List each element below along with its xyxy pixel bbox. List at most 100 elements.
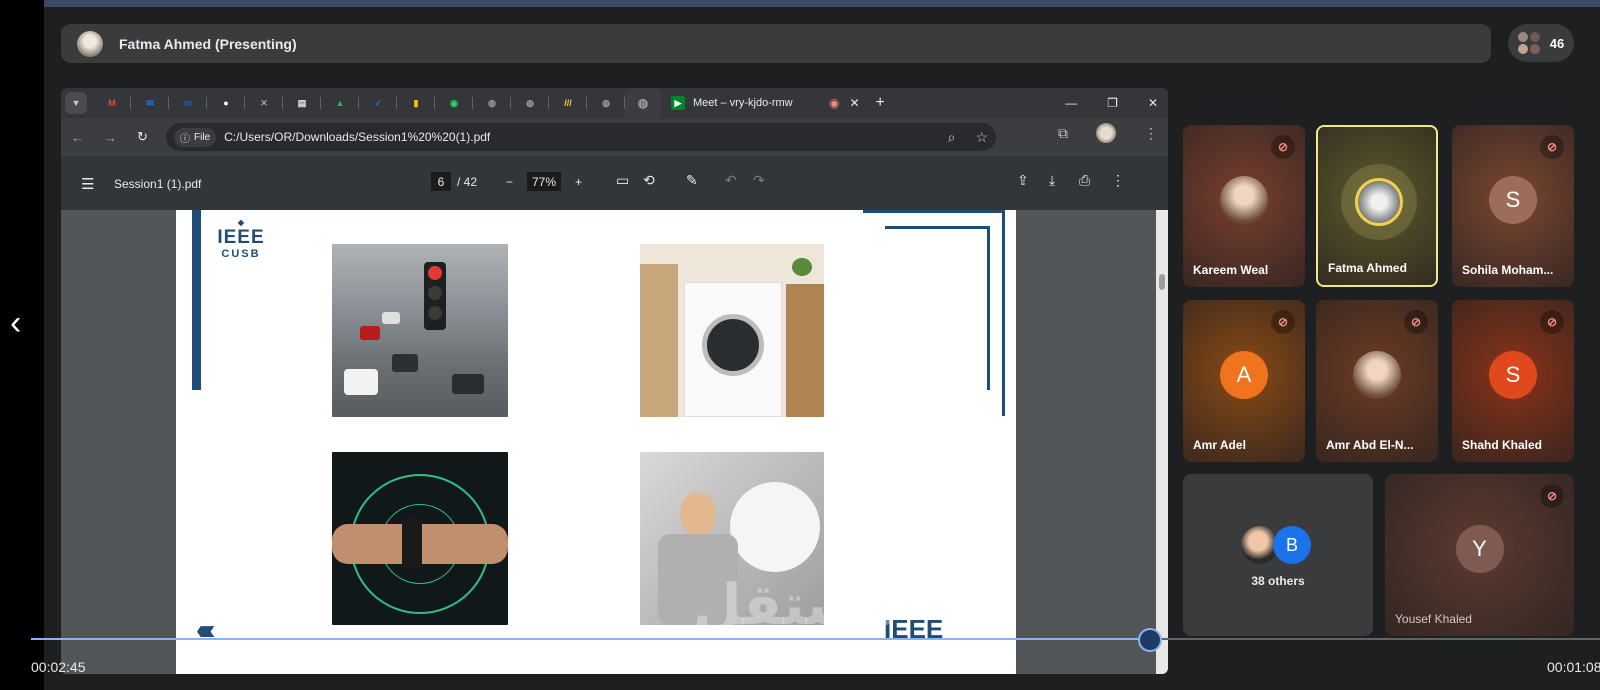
- participant-tile[interactable]: S ⊘ Sohila Moham...: [1452, 125, 1574, 287]
- extensions-icon[interactable]: ⧉: [1058, 125, 1068, 142]
- address-text: C:/Users/OR/Downloads/Session1%20%20(1).…: [224, 130, 491, 144]
- github-icon: ●: [223, 98, 229, 108]
- doc-icon: ▤: [297, 97, 307, 108]
- download-icon[interactable]: ⤓: [1049, 172, 1055, 189]
- undo-icon[interactable]: ↶: [725, 172, 737, 189]
- elapsed-time: 00:02:45: [31, 659, 86, 675]
- tasks-icon: ✓: [374, 97, 382, 108]
- forward-icon[interactable]: →: [104, 130, 117, 145]
- washing-machine-image: [640, 244, 824, 417]
- participant-tile[interactable]: ⊘ Amr Abd El-N...: [1316, 300, 1438, 462]
- page-total: / 42: [457, 174, 478, 189]
- photo-avatar: [1220, 176, 1268, 224]
- active-tab[interactable]: ◍: [625, 88, 661, 118]
- pinned-tab[interactable]: ▤: [283, 88, 321, 118]
- participant-name: Sohila Moham...: [1462, 263, 1554, 277]
- outlook-icon: ✉: [146, 97, 154, 108]
- info-icon: ⓘ: [180, 133, 190, 145]
- pdf-more-icon[interactable]: ⋮: [1111, 172, 1125, 189]
- pinned-tab[interactable]: ◍: [473, 88, 511, 118]
- participant-name: Fatma Ahmed: [1328, 261, 1407, 275]
- zoom-input[interactable]: 77%: [527, 172, 562, 191]
- pinned-tab[interactable]: ✉: [131, 88, 169, 118]
- mic-muted-icon: ⊘: [1540, 484, 1564, 508]
- others-tile[interactable]: B 38 others: [1183, 474, 1373, 636]
- redo-icon[interactable]: ↷: [753, 172, 765, 189]
- presenter-name: Fatma Ahmed (Presenting): [119, 35, 297, 52]
- scrollbar-thumb[interactable]: [1159, 274, 1165, 290]
- participants-avatars-icon: [1517, 31, 1542, 55]
- previous-chevron-left-icon[interactable]: ‹: [10, 304, 21, 343]
- pinned-tab[interactable]: ▮: [397, 88, 435, 118]
- top-strip: [44, 0, 1600, 7]
- pinned-tab[interactable]: ✕: [245, 88, 283, 118]
- initial-avatar: S: [1489, 176, 1537, 224]
- close-tab-icon[interactable]: ✕: [849, 96, 859, 110]
- zoom-out-icon[interactable]: −: [506, 175, 513, 189]
- globe-icon: ◍: [602, 97, 610, 108]
- participant-name: Amr Abd El-N...: [1326, 438, 1414, 452]
- keep-icon: ▮: [413, 97, 419, 108]
- annotate-icon[interactable]: ✎: [686, 172, 698, 189]
- fit-page-icon[interactable]: ▭: [616, 172, 629, 189]
- pinned-tab[interactable]: ●: [207, 88, 245, 118]
- pdf-viewer[interactable]: ◆ IEEE CUSB ‹‹‹‹ IEEE: [61, 210, 1168, 674]
- miro-icon: ///: [564, 98, 572, 108]
- pdf-filename: Session1 (1).pdf: [114, 177, 202, 191]
- tab-meet[interactable]: ▶ Meet – vry-kjdo-rmw: [661, 88, 821, 118]
- participant-name: Shahd Khaled: [1462, 438, 1543, 452]
- others-label: 38 others: [1251, 574, 1305, 588]
- smartwatch-image: [332, 452, 508, 625]
- pinned-tab[interactable]: ▲: [321, 88, 359, 118]
- participant-name: Kareem Weal: [1193, 263, 1269, 277]
- print-icon[interactable]: ⎙: [1079, 172, 1090, 189]
- pinned-tab[interactable]: ///: [549, 88, 587, 118]
- omnibox[interactable]: ⓘ File C:/Users/OR/Downloads/Session1%20%…: [166, 123, 996, 151]
- restore-icon[interactable]: ❐: [1107, 96, 1118, 110]
- participant-tile[interactable]: Fatma Ahmed: [1316, 125, 1438, 287]
- presenter-bar: Fatma Ahmed (Presenting): [61, 24, 1491, 63]
- site-info-chip[interactable]: ⓘ File: [174, 127, 217, 147]
- mic-muted-icon: ⊘: [1271, 310, 1295, 334]
- globe-icon: ◍: [637, 96, 649, 110]
- pinned-tab[interactable]: ◍: [587, 88, 625, 118]
- window-controls: — ❐ ✕: [1065, 88, 1158, 118]
- close-window-icon[interactable]: ✕: [1148, 96, 1158, 110]
- pdf-menu-icon[interactable]: ☰: [81, 175, 94, 193]
- reload-icon[interactable]: ↻: [137, 129, 148, 145]
- zoom-in-icon[interactable]: +: [575, 175, 582, 189]
- pdf-toolbar: ☰ Session1 (1).pdf 6 / 42 − 77% + ▭ ⟲ ✎ …: [61, 156, 1168, 210]
- save-to-drive-icon[interactable]: ⇪: [1017, 172, 1029, 189]
- pinned-tab[interactable]: ✓: [359, 88, 397, 118]
- participant-tile[interactable]: ⊘ Kareem Weal: [1183, 125, 1305, 287]
- participant-name: Amr Adel: [1193, 438, 1246, 452]
- photo-avatar: [1355, 178, 1403, 226]
- record-icon: ◉: [829, 96, 840, 110]
- participant-tile[interactable]: S ⊘ Shahd Khaled: [1452, 300, 1574, 462]
- progress-knob[interactable]: [1138, 628, 1162, 652]
- new-tab-button[interactable]: +: [876, 94, 885, 112]
- back-icon[interactable]: ←: [71, 130, 84, 145]
- tab-search-chevron-down-icon[interactable]: ▼: [65, 92, 87, 114]
- page-number-input[interactable]: 6: [431, 172, 451, 191]
- pinned-tab[interactable]: in: [169, 88, 207, 118]
- pinned-tab[interactable]: ◍: [511, 88, 549, 118]
- rotate-icon[interactable]: ⟲: [643, 172, 655, 189]
- bookmark-star-icon[interactable]: ☆: [975, 129, 988, 146]
- participants-button[interactable]: 46: [1508, 24, 1574, 62]
- zoom-search-icon[interactable]: ⌕: [948, 129, 956, 146]
- more-menu-icon[interactable]: ⋮: [1144, 125, 1158, 142]
- minimize-icon[interactable]: —: [1065, 96, 1077, 110]
- pinned-tab[interactable]: ◉: [435, 88, 473, 118]
- participant-tile[interactable]: A ⊘ Amr Adel: [1183, 300, 1305, 462]
- photo-avatar: [1353, 351, 1401, 399]
- profile-avatar[interactable]: [1096, 123, 1116, 143]
- pinned-tab[interactable]: M: [93, 88, 131, 118]
- remaining-time: 00:01:08: [1547, 659, 1600, 675]
- participant-tile[interactable]: Y ⊘ Yousef Khaled: [1385, 474, 1574, 636]
- slide-frame: [863, 210, 1005, 213]
- pdf-scrollbar[interactable]: [1156, 210, 1168, 674]
- participant-name: Yousef Khaled: [1395, 612, 1472, 626]
- progress-bar[interactable]: [31, 638, 1600, 640]
- tab-recording[interactable]: ◉ ✕: [821, 88, 868, 118]
